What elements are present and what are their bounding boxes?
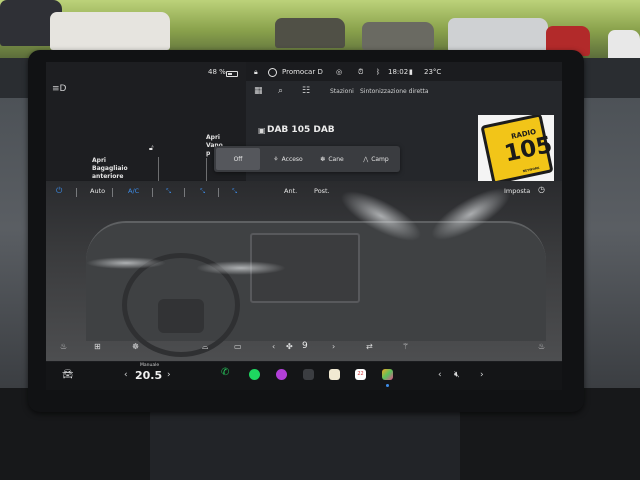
toybox-icon[interactable] [382,369,393,380]
headlight-icon[interactable]: ≡D [52,84,66,94]
spotify-icon[interactable] [249,369,260,380]
divider [218,188,219,197]
album-art: RADIO 105 NETWORK [478,115,554,181]
trunk-label-line: anteriore [92,173,124,180]
clock-time: 18:02 [388,68,409,76]
parked-car [362,22,434,50]
camp-mode-button[interactable]: ⋀ Camp [354,146,398,172]
camera-icon[interactable] [276,369,287,380]
auto-button[interactable]: Auto [90,187,105,195]
power-icon[interactable]: ⏻ [56,186,62,196]
calendar-icon[interactable]: 22 [355,369,366,380]
parked-car [448,18,548,52]
driver-temp-value[interactable]: 20.5 [135,369,162,382]
seat-heater-right-icon[interactable]: ♨ [538,342,545,351]
logo-subtext: NETWORK [522,165,540,174]
dog-mode-button[interactable]: ✽ Cane [310,146,354,172]
lock-icon[interactable]: 🔓︎ [149,144,154,153]
airflow-stream[interactable] [196,261,286,275]
mode-on-label: Acceso [281,155,303,163]
center-console [150,408,460,480]
camp-mode-label: Camp [371,155,389,163]
front-defrost-icon[interactable]: ⌓ [202,342,208,352]
volume-muted-icon[interactable]: 🔇︎ [454,370,460,380]
mode-off-label: Off [233,155,243,163]
active-app-indicator [386,384,389,387]
parked-car [275,18,345,48]
bluetooth-icon: ᛒ [376,68,381,76]
seat-heater-left-icon[interactable]: ♨ [60,342,67,351]
rear-defrost-icon[interactable]: ⊞ [94,342,101,351]
more-apps-icon[interactable] [303,369,314,380]
car-icon[interactable]: 🚘︎ [62,370,73,380]
recirculate-icon[interactable]: ⤡ [166,187,171,196]
paw-icon: ✽ [320,155,326,163]
trunk-label-line: Bagagliaio [92,165,128,172]
temp-increase-chevron-icon[interactable]: › [167,370,171,380]
divider [184,188,185,197]
schedule-clock-icon[interactable]: ◷ [538,185,545,194]
volume-decrease-chevron-icon[interactable]: ‹ [438,370,442,380]
lock-status-icon: 🔒︎ [254,68,258,76]
fan-icon: ✤ [286,342,293,351]
notes-icon[interactable] [329,369,340,380]
equalizer-icon[interactable]: ☷ [302,86,310,96]
parked-car [50,12,170,50]
frunk-label-line: Apri [206,134,220,141]
climate-mode-popover: Off ⚘ Acceso ✽ Cane ⋀ Camp [214,146,400,172]
radio-source-icon[interactable]: ▦ [254,86,263,96]
driver-temp-label: Manuale [140,363,160,368]
dog-mode-label: Cane [328,155,344,163]
rear-climate-tab[interactable]: Post. [314,187,330,195]
lte-icon: ▮ [409,68,413,76]
battery-icon [226,71,238,77]
wiper-defog-icon[interactable]: ⚚ [402,342,409,351]
media-toolbar: ▦ ⌕ ☷ Stazioni Sintonizzazione diretta [246,81,562,103]
wifi-icon: ◎ [336,68,343,76]
divider [76,188,77,197]
fan-increase-chevron-icon[interactable]: › [332,342,335,351]
trunk-leader-line [158,157,159,183]
vent-direction-icon[interactable]: ⤡ [200,187,205,196]
battery-percent: 48 % [208,68,226,76]
tab-direct-tuning[interactable]: Sintonizzazione diretta [360,88,429,95]
outside-temperature: 23°C [424,68,442,76]
alarm-icon: ⏰︎ [358,68,364,76]
divider [112,188,113,197]
climate-settings-button[interactable]: Imposta [504,187,530,195]
front-climate-tab[interactable]: Ant. [284,187,297,195]
temp-decrease-chevron-icon[interactable]: ‹ [124,370,128,380]
ac-button[interactable]: A/C [128,187,139,195]
search-icon[interactable]: ⌕ [278,86,283,96]
radio-logo-icon: ▣ [258,126,266,135]
bottom-dock: 🚘︎ ‹ Manuale 20.5 › ✆ 22 ‹ 🔇︎ › [46,362,562,390]
rear-window-heat-icon[interactable]: ▭ [234,342,242,351]
station-name: DAB 105 DAB [267,125,335,135]
steering-hub-render [158,299,204,333]
mode-off-button[interactable]: Off [216,148,260,170]
fan-speed-value: 9 [302,341,308,351]
logo-number: 105 [502,131,554,168]
fan-decrease-chevron-icon[interactable]: ‹ [272,342,275,351]
open-front-trunk-button[interactable]: Apri Bagagliaio anteriore [92,157,128,181]
frunk-leader-line [206,158,207,182]
vent-split-icon[interactable]: ⤡ [232,187,237,196]
tent-icon: ⋀ [363,155,369,163]
mode-on-button[interactable]: ⚘ Acceso [266,146,310,172]
touchscreen: ≡D Apri Bagagliaio anteriore 🔓︎ Apri Van… [46,62,562,390]
trunk-label-line: Apri [92,157,106,164]
profile-icon[interactable] [268,68,277,77]
divider [152,188,153,197]
phone-icon[interactable]: ✆ [221,367,232,378]
profile-name[interactable]: Promocar D [282,68,323,76]
radio-105-logo: RADIO 105 NETWORK [480,115,554,181]
volume-increase-chevron-icon[interactable]: › [480,370,484,380]
fan-icon: ⚘ [273,155,279,163]
steering-heater-icon[interactable]: ☸ [132,342,139,351]
tab-stations[interactable]: Stazioni [330,88,354,95]
climate-view: ⏻ Auto A/C ⤡ ⤡ ⤡ Ant. Post. Imposta ◷ ♨ … [46,181,562,361]
recirculation-icon[interactable]: ⇄ [366,342,373,351]
airflow-stream[interactable] [86,257,166,269]
